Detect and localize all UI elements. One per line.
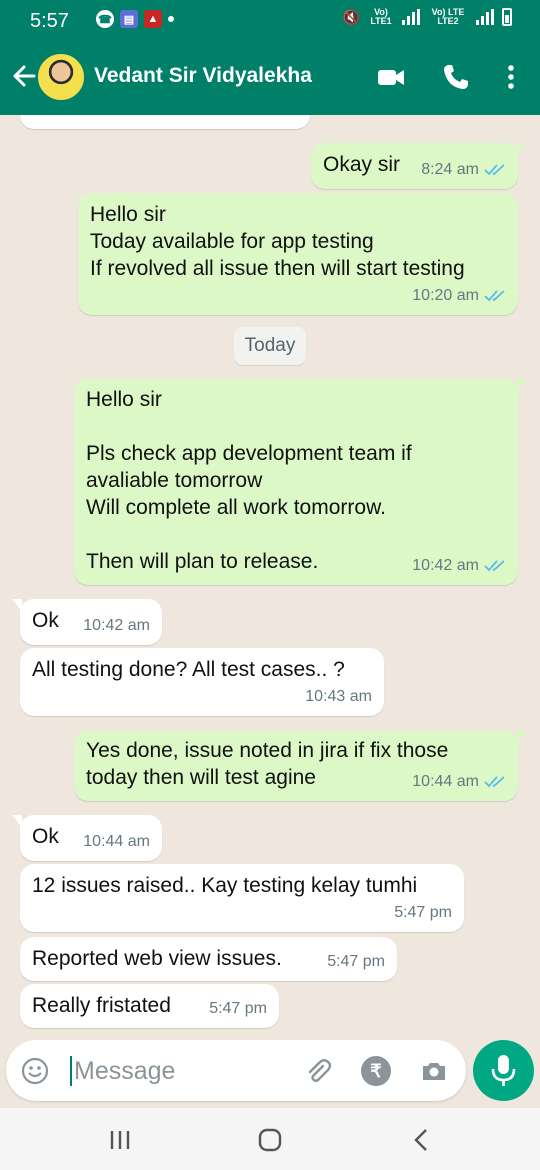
document-notification-icon: ▤	[120, 10, 138, 28]
message-bubble-partial[interactable]: 12:31 am	[20, 115, 310, 129]
call-notification-icon: ☎	[96, 10, 114, 28]
message-bubble-outgoing[interactable]: Hello sir Today available for app testin…	[78, 193, 518, 315]
text-cursor	[70, 1056, 72, 1086]
voice-message-button[interactable]	[473, 1040, 534, 1101]
message-bubble-incoming[interactable]: Ok 10:44 am	[12, 815, 162, 861]
message-time: 10:43 am	[305, 688, 372, 705]
chat-area[interactable]: 12:31 am Okay sir 8:24 am Hello sir Toda…	[0, 115, 540, 1040]
back-arrow-icon[interactable]	[10, 60, 38, 92]
message-meta: 10:44 am	[412, 768, 506, 795]
date-separator: Today	[234, 327, 306, 365]
message-bubble-outgoing[interactable]: Hello sir Pls check app development team…	[74, 379, 526, 585]
top-bar: 5:57 ☎ ▤ ▲ 🔇 Vo) LTE1 Vo) LTE LTE2 Vedan…	[0, 0, 540, 115]
message-time: 12:31 am	[231, 115, 298, 123]
video-call-icon[interactable]	[376, 62, 406, 92]
message-meta: 8:24 am	[421, 156, 506, 183]
message-bubble-incoming[interactable]: All testing done? All test cases.. ? 10:…	[20, 648, 384, 716]
message-text: 12 issues raised.. Kay testing kelay tum…	[32, 874, 418, 897]
message-meta: 10:42 am	[412, 552, 506, 579]
notification-icons: ☎ ▤ ▲	[96, 10, 174, 28]
message-text: Ok	[32, 825, 59, 848]
microphone-icon	[491, 1055, 516, 1086]
message-text: All testing done? All test cases.. ?	[32, 658, 345, 681]
read-receipt-icon	[484, 289, 505, 301]
message-time: 10:42 am	[83, 617, 150, 634]
message-text: Really fristated	[32, 994, 171, 1017]
read-receipt-icon	[484, 775, 505, 787]
mute-icon: 🔇	[342, 8, 360, 25]
more-options-icon[interactable]	[496, 62, 526, 92]
camera-icon[interactable]	[419, 1056, 449, 1086]
back-nav-icon[interactable]	[407, 1126, 437, 1154]
message-text: Ok	[32, 609, 59, 632]
message-time: 10:20 am	[412, 287, 479, 304]
message-time: 10:44 am	[412, 773, 479, 790]
system-navigation-bar	[0, 1108, 540, 1170]
message-text: Okay sir	[323, 153, 401, 176]
battery-icon	[502, 8, 512, 26]
app-notification-icon: ▲	[144, 10, 162, 28]
more-notifications-dot-icon	[168, 16, 174, 22]
status-time: 5:57	[30, 10, 69, 32]
chat-header: Vedant Sir Vidyalekha	[0, 42, 540, 115]
message-input[interactable]	[74, 1052, 294, 1090]
system-icons: 🔇 Vo) LTE1 Vo) LTE LTE2	[343, 8, 512, 26]
message-text: Hello sir Today available for app testin…	[90, 203, 465, 280]
message-bubble-incoming[interactable]: 12 issues raised.. Kay testing kelay tum…	[20, 864, 464, 932]
message-bubble-incoming[interactable]: Reported web view issues. 5:47 pm	[20, 937, 397, 981]
message-text: Reported web view issues.	[32, 947, 282, 970]
message-time: 5:47 pm	[394, 904, 452, 921]
sim1-signal-icon	[402, 9, 420, 25]
payment-rupee-icon[interactable]: ₹	[361, 1056, 391, 1086]
home-icon[interactable]	[255, 1126, 285, 1154]
message-time: 10:42 am	[412, 557, 479, 574]
status-bar: 5:57 ☎ ▤ ▲ 🔇 Vo) LTE1 Vo) LTE LTE2	[0, 0, 540, 42]
sim2-signal-icon	[476, 9, 494, 25]
voice-call-icon[interactable]	[441, 62, 471, 92]
recent-apps-icon[interactable]	[105, 1126, 135, 1154]
sim2-label: Vo) LTE LTE2	[431, 7, 465, 26]
message-time: 10:44 am	[83, 833, 150, 850]
message-bubble-outgoing[interactable]: Yes done, issue noted in jira if fix tho…	[74, 731, 526, 801]
attachment-icon[interactable]	[303, 1056, 333, 1086]
emoji-icon[interactable]	[20, 1056, 50, 1086]
message-text: Hello sir Pls check app development team…	[86, 388, 412, 573]
sim1-label: Vo) LTE1	[370, 7, 392, 26]
contact-avatar[interactable]	[38, 54, 84, 100]
message-bubble-incoming[interactable]: Really fristated 5:47 pm	[20, 984, 279, 1028]
message-composer: ₹	[6, 1040, 466, 1101]
message-bubble-incoming[interactable]: Ok 10:42 am	[12, 599, 162, 645]
message-time: 5:47 pm	[209, 1000, 267, 1017]
message-bubble-outgoing[interactable]: Okay sir 8:24 am	[311, 143, 526, 189]
contact-name[interactable]: Vedant Sir Vidyalekha	[94, 64, 312, 88]
read-receipt-icon	[484, 163, 505, 175]
message-time: 5:47 pm	[327, 953, 385, 970]
message-time: 8:24 am	[421, 161, 479, 178]
read-receipt-icon	[484, 559, 505, 571]
message-meta: 10:20 am	[412, 282, 506, 309]
